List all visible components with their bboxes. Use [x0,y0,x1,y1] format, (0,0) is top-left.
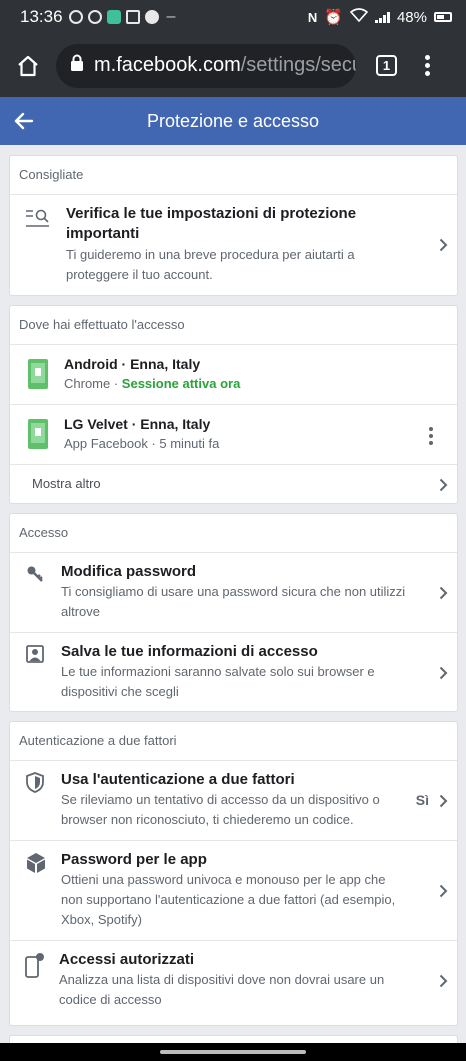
profile-card-icon [26,645,44,663]
url-path: /settings/secu [240,54,356,76]
nfc-icon: N [307,9,318,25]
logins-card: Dove hai effettuato l'accesso Android · … [9,305,458,504]
phone-device-icon [28,359,48,389]
login-app: App Facebook · 5 minuti fa [64,436,220,451]
chevron-right-icon [439,666,448,680]
section-header: Consigliate [10,156,457,195]
recommended-card: Consigliate Verifica le tue impostazioni… [9,155,458,296]
whatsapp-icon [68,10,83,24]
phone-check-icon [25,953,44,978]
show-more-row[interactable]: Mostra altro [10,465,457,503]
login-device: LG Velvet · Enna, Italy [64,416,211,432]
key-icon [27,566,43,582]
show-more-link: Mostra altro [32,476,101,491]
chevron-right-icon [439,478,448,492]
app-passwords-row[interactable]: Password per le app Ottieni una password… [10,841,457,941]
section-header: Accesso [10,514,457,553]
system-nav-bar [0,1043,466,1061]
home-gesture-handle[interactable] [160,1050,306,1054]
row-title: Accessi autorizzati [59,951,195,968]
checklist-search-icon [26,209,49,227]
book-icon [125,10,140,24]
change-password-row[interactable]: Modifica password Ti consigliamo di usar… [10,553,457,633]
chevron-right-icon [439,794,448,808]
lock-icon [70,54,84,77]
wifi-icon [349,8,369,26]
battery-level: 48% [396,8,427,26]
row-title: Password per le app [61,851,207,868]
authorized-logins-row[interactable]: Accessi autorizzati Analizza una lista d… [10,941,457,1021]
status-bar: 13:36 – N ⏰ 48% [0,0,466,34]
browser-menu-button[interactable] [425,55,430,76]
status-extra: – [166,8,176,25]
chevron-right-icon [439,238,448,252]
cube-icon [27,853,45,873]
battery-icon [434,12,452,22]
phone-device-icon [28,419,48,449]
save-login-info-row[interactable]: Salva le tue informazioni di accesso Le … [10,633,457,711]
facebook-icon [144,10,159,24]
row-title: Salva le tue informazioni di accesso [61,643,318,660]
login-app: Chrome · [64,376,122,391]
tab-switcher-button[interactable]: 1 [376,55,397,76]
row-title: Modifica password [61,563,197,580]
session-active-badge: Sessione attiva ora [121,376,241,391]
section-header: Autenticazione a due fattori [10,722,457,761]
shield-icon [26,772,44,793]
home-icon [18,55,38,76]
section-header: Dove hai effettuato l'accesso [10,306,457,345]
two-factor-card: Autenticazione a due fattori Usa l'auten… [9,721,458,1026]
row-title: Verifica le tue impostazioni di protezio… [66,205,357,242]
more-options-icon[interactable] [429,427,433,445]
clock: 13:36 [20,7,63,26]
url-host: m.facebook.com [94,54,241,76]
row-desc: Ti consigliamo di usare una password sic… [61,584,406,619]
row-desc: Se rileviamo un tentativo di accesso da … [61,792,380,827]
row-desc: Analizza una lista di dispositivi dove n… [59,972,385,1007]
page-title: Protezione e accesso [146,110,320,131]
row-desc: Ti guideremo in una breve procedura per … [66,247,355,282]
browser-toolbar: m.facebook.com/settings/secu 1 [0,34,466,97]
back-arrow-icon[interactable] [12,109,36,133]
login-session-row[interactable]: Android · Enna, Italy Chrome · Sessione … [10,345,457,405]
access-card: Accesso Modifica password Ti consigliamo… [9,513,458,712]
page-header: Protezione e accesso [0,97,466,145]
two-factor-status: Sì [415,792,429,808]
login-session-row[interactable]: LG Velvet · Enna, Italy App Facebook · 5… [10,405,457,465]
chevron-right-icon [439,884,448,898]
signal-icon [374,11,390,23]
row-title: Usa l'autenticazione a due fattori [61,771,295,788]
alarm-icon: ⏰ [324,9,343,26]
chevron-right-icon [439,586,448,600]
messenger-icon [87,10,102,24]
chevron-right-icon [439,974,448,988]
login-device: Android · Enna, Italy [64,356,201,372]
settings-content: Consigliate Verifica le tue impostazioni… [9,155,458,1061]
address-bar[interactable]: m.facebook.com/settings/secu [56,43,356,88]
home-button[interactable] [0,34,56,97]
row-desc: Le tue informazioni saranno salvate solo… [61,664,375,699]
two-factor-row[interactable]: Usa l'autenticazione a due fattori Se ri… [10,761,457,841]
security-checkup-row[interactable]: Verifica le tue impostazioni di protezio… [10,195,457,295]
row-desc: Ottieni una password univoca e monouso p… [61,872,396,927]
app-notification-icon [106,10,121,24]
